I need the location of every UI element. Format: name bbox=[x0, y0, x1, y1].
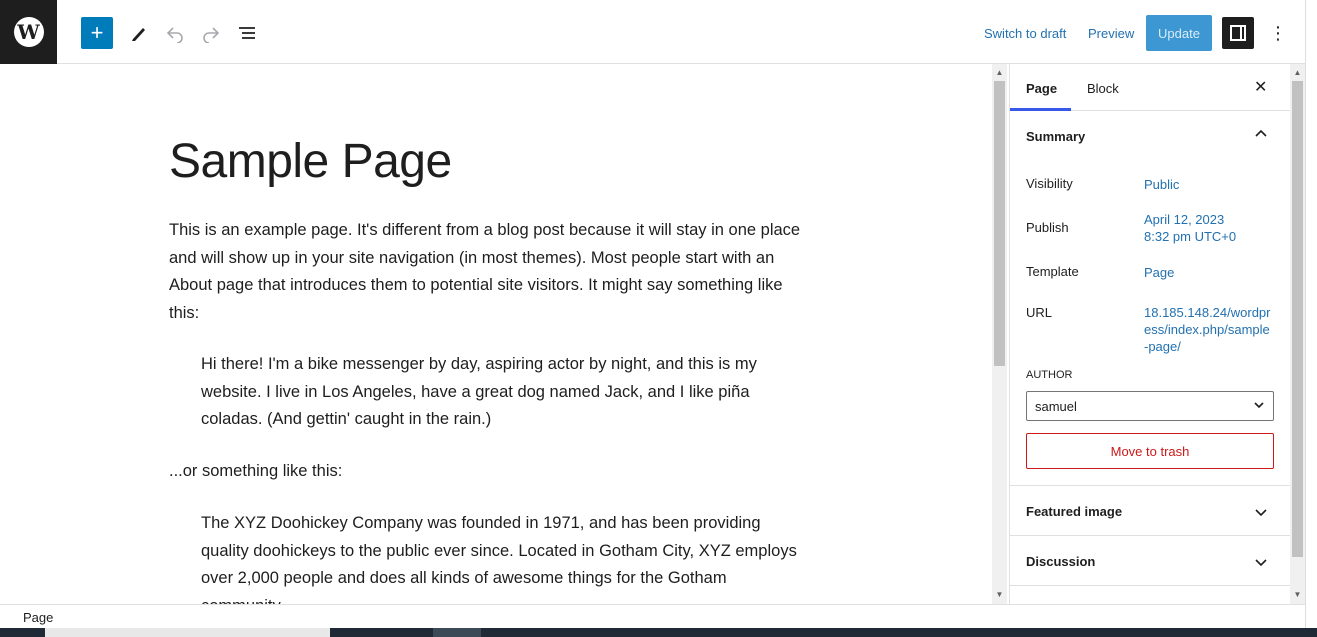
chevron-down-icon[interactable] bbox=[1254, 505, 1270, 521]
page-title[interactable]: Sample Page bbox=[169, 134, 452, 189]
publish-date[interactable]: April 12, 2023 bbox=[1144, 211, 1274, 228]
paragraph-block[interactable]: ...or something like this: bbox=[169, 458, 769, 486]
sidebar-toggle-icon[interactable] bbox=[1222, 17, 1254, 49]
publish-label: Publish bbox=[1026, 220, 1069, 235]
taskbar-active-app[interactable] bbox=[433, 628, 481, 637]
featured-image-panel-heading[interactable]: Featured image bbox=[1026, 504, 1122, 519]
list-view-icon[interactable] bbox=[233, 19, 261, 47]
move-to-trash-button[interactable]: Move to trash bbox=[1026, 433, 1274, 469]
url-label: URL bbox=[1026, 305, 1053, 320]
visibility-label: Visibility bbox=[1026, 176, 1073, 191]
scroll-up-icon[interactable]: ▲ bbox=[1290, 66, 1305, 78]
publish-time[interactable]: 8:32 pm UTC+0 bbox=[1144, 228, 1274, 245]
tab-block[interactable]: Block bbox=[1087, 81, 1119, 96]
tab-page[interactable]: Page bbox=[1026, 81, 1057, 96]
editor-canvas[interactable]: Sample Page This is an example page. It'… bbox=[0, 64, 992, 604]
add-block-button[interactable]: + bbox=[81, 17, 113, 49]
quote-block[interactable]: Hi there! I'm a bike messenger by day, a… bbox=[201, 351, 801, 434]
scrollbar-thumb[interactable] bbox=[1292, 81, 1303, 557]
editor-scrollbar[interactable]: ▲ ▼ bbox=[992, 64, 1007, 604]
switch-to-draft-button[interactable]: Switch to draft bbox=[984, 26, 1066, 41]
visibility-value[interactable]: Public bbox=[1144, 176, 1274, 193]
chevron-down-icon[interactable] bbox=[1254, 555, 1270, 571]
undo-icon[interactable] bbox=[161, 19, 189, 47]
breadcrumb-page[interactable]: Page bbox=[23, 610, 53, 625]
paragraph-block[interactable]: This is an example page. It's different … bbox=[169, 217, 809, 328]
chevron-up-icon[interactable] bbox=[1254, 127, 1270, 143]
panel-divider bbox=[1010, 535, 1291, 536]
block-breadcrumb-bar: Page bbox=[0, 604, 1305, 628]
template-label: Template bbox=[1026, 264, 1079, 279]
scroll-down-icon[interactable]: ▼ bbox=[1290, 588, 1305, 600]
scrollbar-thumb[interactable] bbox=[994, 81, 1005, 366]
url-value[interactable]: 18.185.148.24/wordpress/index.php/sample… bbox=[1144, 304, 1272, 355]
preview-button[interactable]: Preview bbox=[1088, 26, 1134, 41]
sidebar-scrollbar[interactable]: ▲ ▼ bbox=[1290, 64, 1305, 604]
chevron-down-icon bbox=[1253, 399, 1265, 414]
wordpress-logo-icon[interactable]: W bbox=[0, 0, 57, 64]
close-icon[interactable]: ✕ bbox=[1254, 77, 1270, 97]
os-taskbar bbox=[0, 628, 1317, 637]
panel-divider bbox=[1010, 585, 1291, 586]
redo-icon[interactable] bbox=[197, 19, 225, 47]
template-value[interactable]: Page bbox=[1144, 264, 1274, 281]
active-tab-indicator bbox=[1010, 108, 1071, 111]
scroll-down-icon[interactable]: ▼ bbox=[992, 588, 1007, 600]
window-edge bbox=[1305, 0, 1317, 637]
pencil-icon[interactable] bbox=[125, 19, 153, 47]
update-button[interactable]: Update bbox=[1146, 15, 1212, 51]
author-label: AUTHOR bbox=[1026, 369, 1073, 381]
sidebar-toggle-glyph bbox=[1230, 25, 1246, 41]
discussion-panel-heading[interactable]: Discussion bbox=[1026, 554, 1095, 569]
sidebar-tabs: Page Block ✕ bbox=[1010, 64, 1291, 111]
quote-block[interactable]: The XYZ Doohickey Company was founded in… bbox=[201, 510, 801, 604]
summary-panel-heading[interactable]: Summary bbox=[1026, 129, 1085, 144]
panel-divider bbox=[1010, 485, 1291, 486]
wordpress-logo-mark: W bbox=[13, 17, 44, 47]
settings-sidebar: Page Block ✕ Summary Visibility Public P… bbox=[1009, 64, 1291, 604]
editor-header: W + Switch to draft Preview Update ⋮ bbox=[0, 0, 1317, 64]
scroll-up-icon[interactable]: ▲ bbox=[992, 66, 1007, 78]
author-selected-value: samuel bbox=[1035, 399, 1077, 414]
taskbar-search-box[interactable] bbox=[45, 628, 330, 637]
author-select[interactable]: samuel bbox=[1026, 391, 1274, 421]
more-options-icon[interactable]: ⋮ bbox=[1266, 19, 1290, 47]
